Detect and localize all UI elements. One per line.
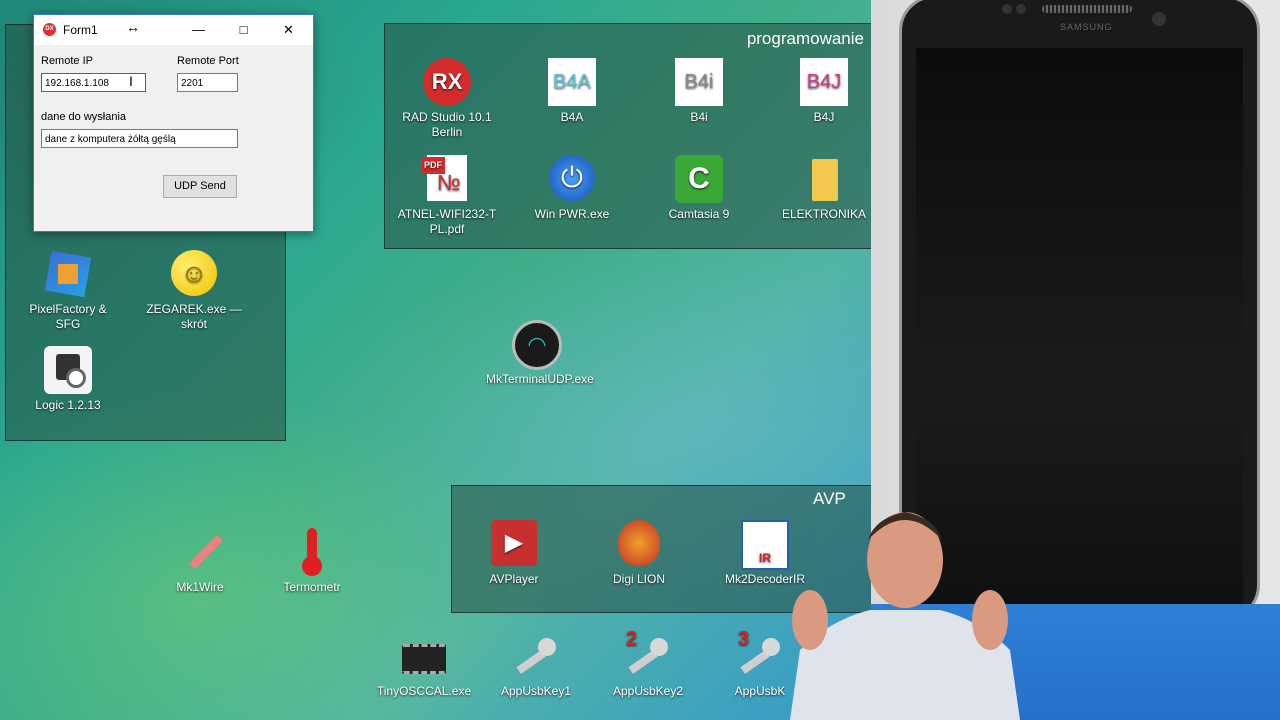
app-icon: DX <box>43 23 56 36</box>
desktop-icon-mk1wire[interactable]: Mk1Wire <box>150 528 250 595</box>
rad-studio-icon: RX <box>423 58 471 106</box>
udp-send-button[interactable]: UDP Send <box>163 175 237 198</box>
thermometer-icon <box>288 528 336 576</box>
remote-port-input[interactable]: 2201 <box>177 73 238 92</box>
icon-label: TinyOSCCAL.exe <box>376 684 472 698</box>
icon-label: ZEGAREK.exe — skrót <box>146 302 242 331</box>
desktop-icon-b4j[interactable]: B4J B4J <box>774 58 874 125</box>
minimize-icon: — <box>192 22 205 37</box>
desktop-icon-b4i[interactable]: B4i B4i <box>649 58 749 125</box>
desktop-icon-zegarek[interactable]: ☺ ZEGAREK.exe — skrót <box>144 250 244 332</box>
desktop-icon-pixelfactory[interactable]: PixelFactory & SFG <box>18 250 118 332</box>
icon-label: B4i <box>690 110 708 124</box>
cube-icon <box>44 250 92 298</box>
desktop-icon-appusbkey1[interactable]: AppUsbKey1 <box>486 632 586 699</box>
resize-cursor-icon: ↔ <box>126 19 140 35</box>
desktop-icon-b4a[interactable]: B4A B4A <box>522 58 622 125</box>
icon-label: AVPlayer <box>489 572 539 586</box>
wifi-icon: ◠ <box>512 320 562 370</box>
icon-label: ATNEL-WIFI232-T PL.pdf <box>397 207 497 236</box>
desktop-icon-logic[interactable]: Logic 1.2.13 <box>18 346 118 413</box>
icon-label: Termometr <box>283 580 341 594</box>
folder-icon <box>800 155 848 203</box>
desktop-icon-tinyosccal[interactable]: TinyOSCCAL.exe <box>374 632 474 699</box>
icon-label: Win PWR.exe <box>534 207 610 221</box>
maximize-icon: □ <box>239 22 248 37</box>
desktop-icon-avplayer[interactable]: ▶ AVPlayer <box>464 520 564 587</box>
programowanie-group-title: programowanie <box>746 29 864 48</box>
pen-icon <box>176 528 224 576</box>
icon-label: Mk1Wire <box>176 580 224 594</box>
form1-window: DX Form1 ↔ — □ ✕ Remote IP 192.168.1.108… <box>33 14 314 232</box>
icon-label: Camtasia 9 <box>668 207 730 221</box>
presenter-video-overlay <box>790 512 1020 720</box>
icon-label: Digi LION <box>612 572 665 586</box>
phone-brand: SAMSUNG <box>1060 22 1113 32</box>
key-icon: 2 <box>624 629 672 680</box>
icon-label: MkTerminalUDP.exe <box>486 372 594 386</box>
sensor-icon <box>1016 4 1026 14</box>
front-camera-icon <box>1002 4 1012 14</box>
desktop-icon-win-pwr[interactable]: ⏻ Win PWR.exe <box>522 155 622 222</box>
desktop-icon-mkterminaludp[interactable]: ◠ MkTerminalUDP.exe <box>486 320 594 387</box>
speaker-grille <box>1042 5 1132 13</box>
desktop-icon-termometr[interactable]: Termometr <box>262 528 362 595</box>
icon-label: RAD Studio 10.1 Berlin <box>402 110 492 139</box>
key-icon <box>512 632 560 680</box>
desktop-icon-camtasia[interactable]: C Camtasia 9 <box>649 155 749 222</box>
window-title: Form1 <box>63 23 98 37</box>
logic-icon <box>44 346 92 394</box>
play-icon: ▶ <box>490 520 538 568</box>
maximize-button[interactable]: □ <box>221 15 266 45</box>
camera-lens-icon <box>1152 12 1166 26</box>
icon-label: B4A <box>560 110 584 124</box>
data-input[interactable]: dane z komputera żółtą gęślą <box>41 129 238 148</box>
icon-label: Logic 1.2.13 <box>35 398 101 412</box>
icon-label: ELEKTRONIKA <box>781 207 867 221</box>
icon-label: AppUsbKey2 <box>612 684 684 698</box>
icon-label: B4J <box>813 110 835 124</box>
desktop-icon-appusbkey2[interactable]: 2 AppUsbKey2 <box>598 629 698 699</box>
desktop-icon-rad-studio[interactable]: RX RAD Studio 10.1 Berlin <box>397 58 497 140</box>
desktop-icon-digilion[interactable]: Digi LION <box>589 520 689 587</box>
b4i-icon: B4i <box>675 58 723 106</box>
lion-icon <box>615 520 663 568</box>
close-icon: ✕ <box>283 22 294 37</box>
icon-label: PixelFactory & SFG <box>29 302 107 331</box>
b4a-icon: B4A <box>548 58 596 106</box>
minimize-button[interactable]: — <box>176 15 221 45</box>
power-icon: ⏻ <box>548 155 596 203</box>
data-label: dane do wysłania <box>41 111 127 123</box>
camtasia-icon: C <box>675 155 723 203</box>
pdf-icon: PDF № <box>421 155 471 203</box>
text-cursor-icon: I <box>129 73 133 89</box>
desktop-icon-atnel-pdf[interactable]: PDF № ATNEL-WIFI232-T PL.pdf <box>397 155 497 237</box>
remote-ip-label: Remote IP <box>41 55 93 67</box>
b4j-icon: B4J <box>800 58 848 106</box>
remote-port-label: Remote Port <box>177 55 239 67</box>
close-button[interactable]: ✕ <box>266 15 311 45</box>
desktop-icon-elektronika[interactable]: ELEKTRONIKA <box>774 155 874 222</box>
chip-icon <box>400 632 448 680</box>
smiley-icon: ☺ <box>170 250 218 298</box>
window-titlebar[interactable]: DX Form1 ↔ — □ ✕ <box>34 15 313 45</box>
icon-label: AppUsbKey1 <box>500 684 572 698</box>
